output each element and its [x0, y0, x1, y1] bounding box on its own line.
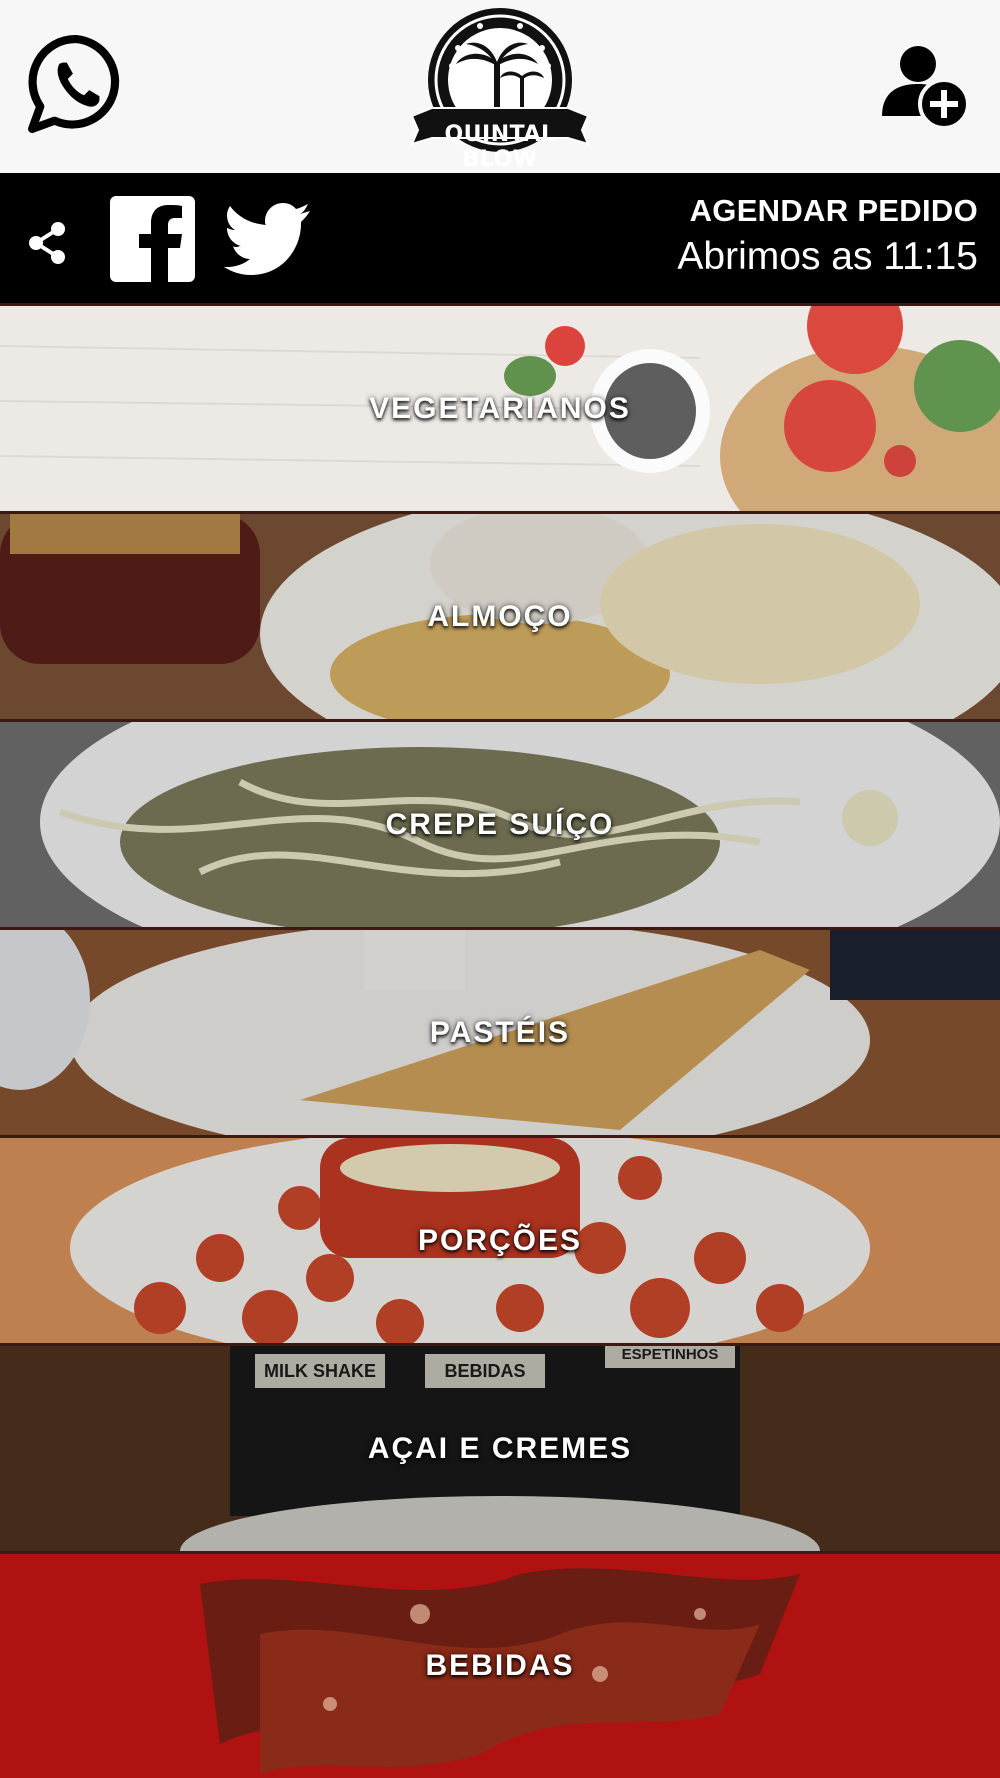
- add-user-icon[interactable]: [880, 40, 972, 132]
- category-porcoes[interactable]: PORÇÕES: [0, 1135, 1000, 1343]
- app-header: QUINTAL BLOW: [0, 0, 1000, 173]
- category-label: VEGETARIANOS: [369, 391, 631, 425]
- category-label: PASTÉIS: [429, 1015, 571, 1049]
- facebook-icon[interactable]: [110, 196, 195, 282]
- category-label: PORÇÕES: [417, 1223, 583, 1257]
- category-crepe-suico[interactable]: CREPE SUÍÇO: [0, 719, 1000, 927]
- category-label: CREPE SUÍÇO: [385, 807, 615, 841]
- share-icon[interactable]: [24, 220, 70, 266]
- logo-text: QUINTAL BLOW: [444, 122, 556, 172]
- schedule-order-label: AGENDAR PEDIDO: [689, 193, 978, 228]
- category-label: ALMOÇO: [427, 599, 573, 633]
- opening-time-text: Abrimos as 11:15: [677, 235, 978, 278]
- category-acai-cremes[interactable]: MILK SHAKE BEBIDAS ESPETINHOS AÇAI E CRE…: [0, 1343, 1000, 1551]
- twitter-icon[interactable]: [224, 202, 310, 276]
- schedule-order-button[interactable]: AGENDAR PEDIDO Abrimos as 11:15: [677, 193, 978, 279]
- brand-logo: QUINTAL BLOW: [410, 4, 590, 172]
- category-bebidas[interactable]: BEBIDAS: [0, 1551, 1000, 1778]
- category-label: AÇAI E CREMES: [367, 1431, 633, 1465]
- category-vegetarianos[interactable]: VEGETARIANOS: [0, 303, 1000, 511]
- category-label: BEBIDAS: [425, 1649, 575, 1682]
- category-pasteis[interactable]: PASTÉIS: [0, 927, 1000, 1135]
- category-list: VEGETARIANOS ALMOÇO CREPE SUÍÇO PASTÉIS …: [0, 303, 1000, 1778]
- category-almoco[interactable]: ALMOÇO: [0, 511, 1000, 719]
- whatsapp-icon[interactable]: [26, 32, 128, 136]
